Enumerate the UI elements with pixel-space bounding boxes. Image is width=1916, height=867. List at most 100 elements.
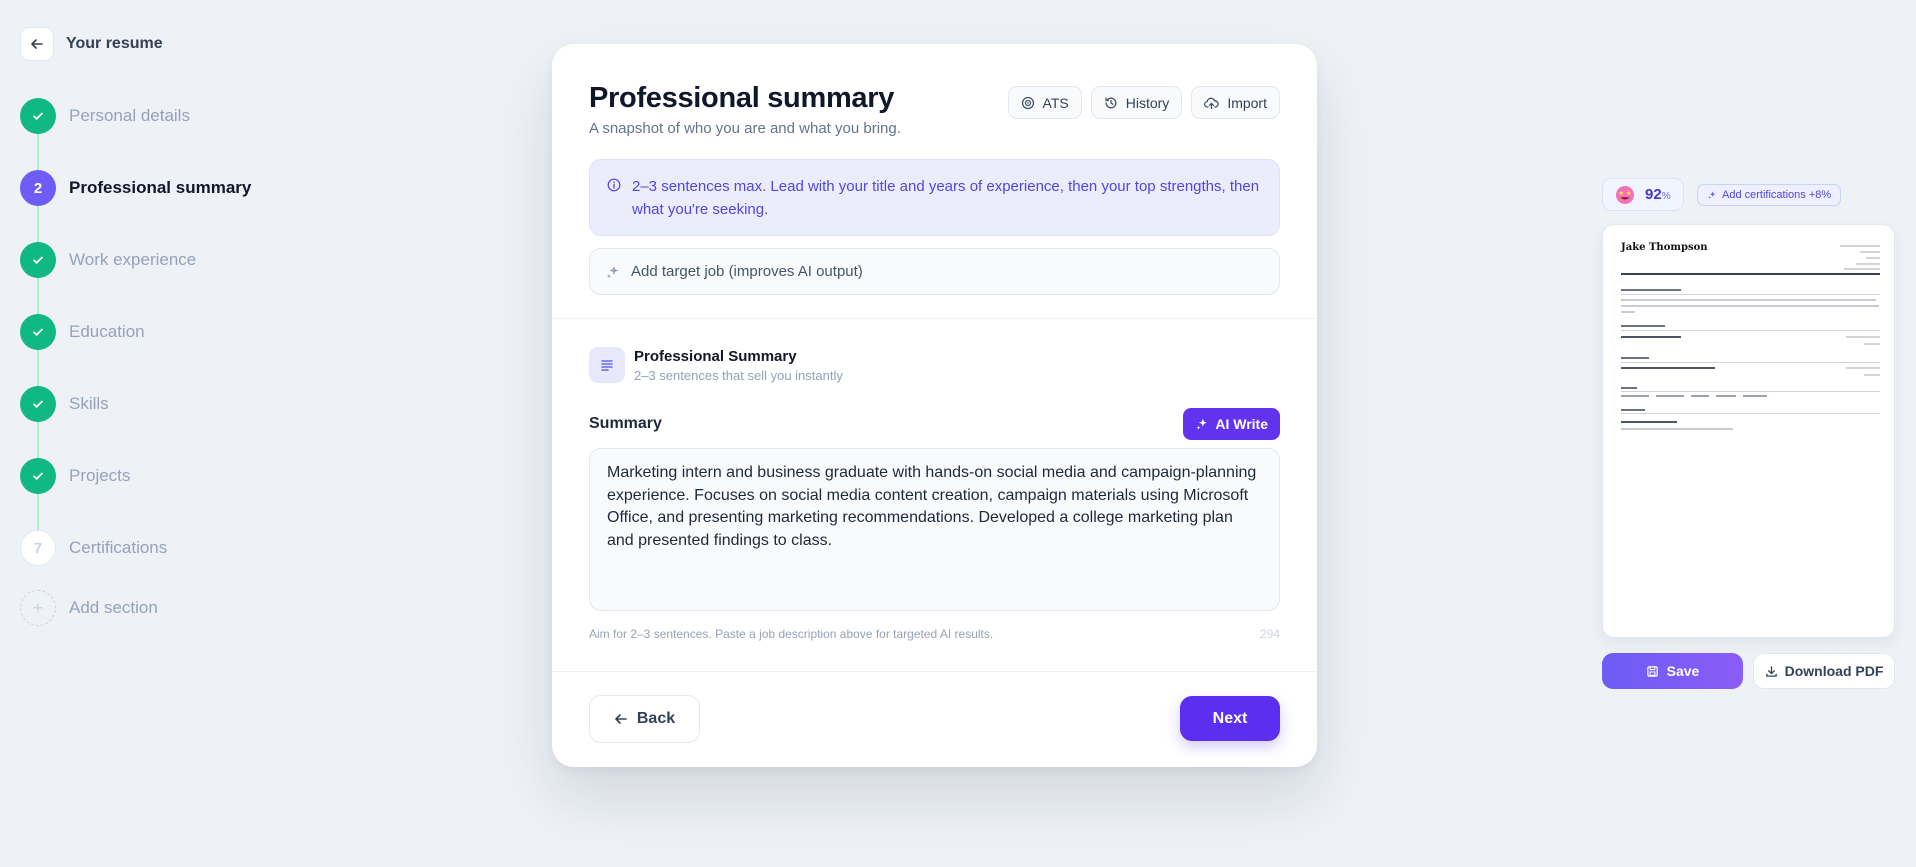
plus-icon: + (20, 590, 56, 626)
step-label: Education (69, 322, 145, 341)
step-label: Professional summary (69, 178, 252, 197)
text-line (1621, 305, 1879, 307)
import-button[interactable]: Import (1191, 86, 1280, 119)
add-target-job-button[interactable]: Add target job (improves AI output) (589, 248, 1280, 295)
resume-name: Jake Thompson (1621, 242, 1708, 253)
sparkle-icon (606, 265, 619, 278)
tip-banner: 2–3 sentences max. Lead with your title … (589, 159, 1280, 236)
back-label: Back (636, 710, 676, 727)
step-personal-details[interactable]: Personal details (20, 98, 190, 134)
section-rule (1621, 413, 1880, 414)
section-rule (1621, 294, 1880, 295)
summary-label: Summary (589, 415, 662, 432)
summary-hint: Aim for 2–3 sentences. Paste a job descr… (589, 627, 994, 641)
check-icon (20, 98, 56, 134)
check-icon (20, 386, 56, 422)
contact-line (1866, 257, 1880, 259)
floppy-disk-icon (1646, 665, 1658, 677)
next-button[interactable]: Next (1180, 696, 1280, 741)
text-line (1621, 428, 1733, 430)
summary-textarea[interactable]: Marketing intern and business graduate w… (589, 448, 1280, 611)
step-projects[interactable]: Projects (20, 458, 130, 494)
section-rule (1621, 391, 1880, 392)
step-education[interactable]: Education (20, 314, 145, 350)
step-connector (37, 206, 39, 242)
section-subtitle: 2–3 sentences that sell you instantly (634, 368, 843, 383)
check-icon (20, 242, 56, 278)
save-label: Save (1666, 663, 1700, 679)
step-connector (37, 494, 39, 530)
history-icon (1105, 96, 1117, 108)
section-title: Professional Summary (634, 348, 797, 365)
check-icon (20, 458, 56, 494)
tip-text: 2–3 sentences max. Lead with your title … (632, 178, 1260, 218)
text-line (1621, 311, 1635, 313)
step-professional-summary[interactable]: 2 Professional summary (20, 170, 251, 206)
section-heading-line (1621, 387, 1637, 389)
info-icon (607, 178, 621, 192)
text-line (1621, 336, 1681, 338)
date-line (1846, 367, 1880, 369)
back-label: Your resume (66, 35, 163, 52)
suggestion-label: Add certifications +8% (1722, 189, 1832, 201)
card-toolbar: ATS History Import (1007, 86, 1280, 119)
skills-tags (1621, 395, 1767, 397)
step-connector (37, 134, 39, 170)
section-heading-line (1621, 325, 1665, 327)
step-connector (37, 350, 39, 386)
history-label: History (1125, 94, 1170, 111)
score-value: 92% (1645, 186, 1671, 203)
page-title: Professional summary (589, 82, 895, 114)
ai-write-button[interactable]: AI Write (1183, 408, 1280, 440)
target-icon (1021, 96, 1034, 109)
download-label: Download PDF (1784, 663, 1884, 679)
step-connector (37, 422, 39, 458)
step-certifications[interactable]: 7 Certifications (20, 530, 167, 566)
check-icon (20, 314, 56, 350)
back-to-resume-link[interactable]: Your resume (20, 27, 163, 61)
download-pdf-button[interactable]: Download PDF (1753, 653, 1895, 689)
download-icon (1765, 665, 1777, 677)
ats-button[interactable]: ATS (1007, 86, 1082, 119)
contact-line (1844, 268, 1880, 270)
section-heading-line (1621, 357, 1649, 359)
step-skills[interactable]: Skills (20, 386, 109, 422)
date-line (1846, 336, 1880, 338)
ai-write-label: AI Write (1215, 416, 1268, 432)
step-label: Work experience (69, 250, 197, 269)
date-line (1864, 343, 1880, 345)
import-label: Import (1227, 94, 1267, 111)
section-rule (1621, 362, 1880, 363)
section-heading-line (1621, 289, 1681, 291)
editor-card: Professional summary A snapshot of who y… (552, 44, 1317, 767)
page-subtitle: A snapshot of who you are and what you b… (589, 120, 901, 137)
star-eyes-emoji-icon (1616, 185, 1634, 204)
step-label: Add section (69, 598, 158, 617)
section-heading-line (1621, 409, 1645, 411)
target-job-label: Add target job (improves AI output) (631, 263, 863, 280)
arrow-left-icon (20, 27, 54, 61)
step-connector (37, 278, 39, 314)
date-line (1864, 374, 1880, 376)
ats-label: ATS (1042, 94, 1069, 111)
save-button[interactable]: Save (1602, 653, 1743, 689)
suggestion-chip[interactable]: Add certifications +8% (1697, 184, 1842, 206)
contact-line (1840, 245, 1880, 247)
step-work-experience[interactable]: Work experience (20, 242, 196, 278)
add-section-button[interactable]: + Add section (20, 590, 158, 626)
step-number: 7 (20, 530, 56, 566)
step-label: Projects (69, 466, 131, 485)
cloud-upload-icon (1204, 97, 1220, 109)
step-label: Personal details (69, 106, 190, 125)
arrow-left-icon (615, 714, 627, 724)
section-rule (1621, 330, 1880, 331)
resume-preview[interactable]: Jake Thompson (1602, 224, 1895, 638)
history-button[interactable]: History (1090, 86, 1183, 119)
sparkle-icon (1708, 191, 1716, 199)
text-line (1621, 299, 1876, 301)
divider (552, 318, 1317, 319)
header-rule (1621, 273, 1880, 275)
resume-score-badge[interactable]: 92% (1602, 178, 1684, 211)
back-button[interactable]: Back (589, 695, 700, 743)
text-line (1621, 367, 1715, 369)
